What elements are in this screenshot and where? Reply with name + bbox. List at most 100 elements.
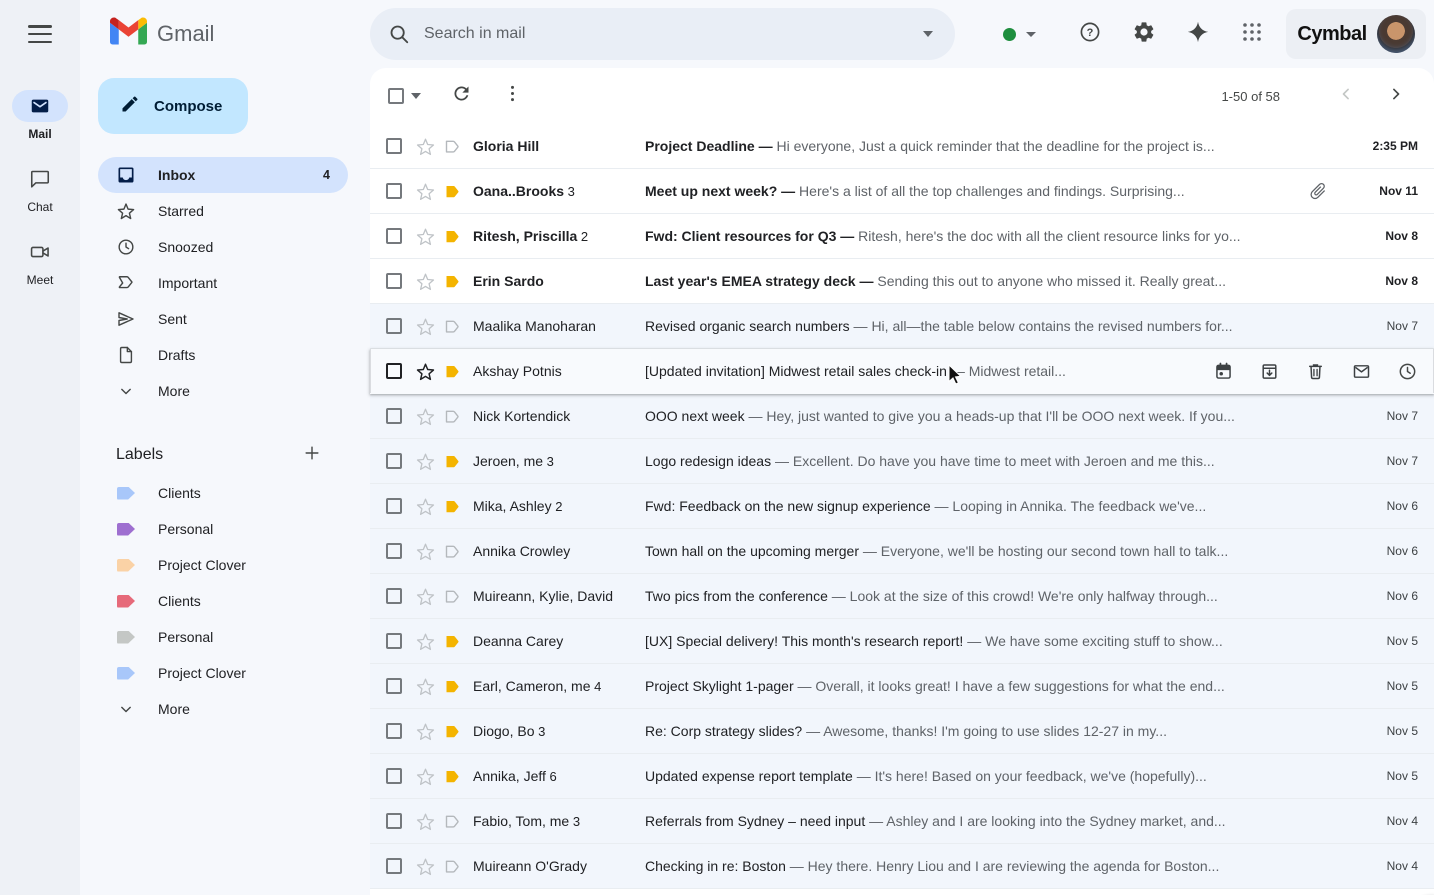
rail-item-chat[interactable]: Chat <box>12 163 68 214</box>
star-icon[interactable] <box>415 541 437 562</box>
email-row-4[interactable]: Maalika Manoharan Revised organic search… <box>370 304 1434 349</box>
email-checkbox[interactable] <box>386 588 402 604</box>
archive-button[interactable] <box>1259 361 1280 382</box>
importance-marker-icon[interactable] <box>445 275 461 288</box>
select-all-checkbox[interactable] <box>388 88 404 104</box>
sidebar-item-sent[interactable]: Sent <box>98 301 348 337</box>
star-icon[interactable] <box>415 316 437 337</box>
star-icon[interactable] <box>415 766 437 787</box>
star-icon[interactable] <box>415 496 437 517</box>
email-checkbox[interactable] <box>386 318 402 334</box>
sidebar-label-clients[interactable]: Clients <box>98 475 348 511</box>
importance-marker-icon[interactable] <box>445 410 461 423</box>
importance-marker-icon[interactable] <box>445 365 461 378</box>
select-options-caret-icon[interactable] <box>411 93 421 99</box>
email-row-16[interactable]: Muireann O'Grady Checking in re: Boston … <box>370 844 1434 889</box>
older-page-button[interactable] <box>1384 84 1408 108</box>
email-row-9[interactable]: Annika Crowley Town hall on the upcoming… <box>370 529 1434 574</box>
email-row-1[interactable]: Oana..Brooks 3 Meet up next week? — Here… <box>370 169 1434 214</box>
snooze-button[interactable] <box>1397 361 1418 382</box>
email-checkbox[interactable] <box>386 543 402 559</box>
star-icon[interactable] <box>415 271 437 292</box>
email-checkbox[interactable] <box>386 453 402 469</box>
email-checkbox[interactable] <box>386 183 402 199</box>
email-checkbox[interactable] <box>386 138 402 154</box>
search-options-caret-icon[interactable] <box>923 31 933 37</box>
importance-marker-icon[interactable] <box>445 815 461 828</box>
email-row-12[interactable]: Earl, Cameron, me 4 Project Skylight 1-p… <box>370 664 1434 709</box>
sidebar-item-important[interactable]: Important <box>98 265 348 301</box>
sidebar-label-personal[interactable]: Personal <box>98 619 348 655</box>
importance-marker-icon[interactable] <box>445 725 461 738</box>
star-icon[interactable] <box>415 811 437 832</box>
email-row-15[interactable]: Fabio, Tom, me 3 Referrals from Sydney –… <box>370 799 1434 844</box>
star-icon[interactable] <box>415 136 437 157</box>
email-checkbox[interactable] <box>386 408 402 424</box>
search-icon[interactable] <box>388 23 410 45</box>
importance-marker-icon[interactable] <box>445 185 461 198</box>
email-checkbox[interactable] <box>386 768 402 784</box>
sidebar-label-project-clover[interactable]: Project Clover <box>98 655 348 691</box>
availability-status[interactable] <box>1003 28 1036 41</box>
star-icon[interactable] <box>415 181 437 202</box>
importance-marker-icon[interactable] <box>445 320 461 333</box>
delete-button[interactable] <box>1305 361 1326 382</box>
importance-marker-icon[interactable] <box>445 500 461 513</box>
workspace-account-card[interactable]: Cymbal <box>1286 9 1426 59</box>
importance-marker-icon[interactable] <box>445 860 461 873</box>
compose-button[interactable]: Compose <box>98 78 248 134</box>
mark-as-unread-button[interactable] <box>1351 361 1372 382</box>
email-row-8[interactable]: Mika, Ashley 2 Fwd: Feedback on the new … <box>370 484 1434 529</box>
email-row-6[interactable]: Nick Kortendick OOO next week — Hey, jus… <box>370 394 1434 439</box>
email-checkbox[interactable] <box>386 228 402 244</box>
email-row-13[interactable]: Diogo, Bo 3 Re: Corp strategy slides? — … <box>370 709 1434 754</box>
sidebar-item-snoozed[interactable]: Snoozed <box>98 229 348 265</box>
email-row-0[interactable]: Gloria Hill Project Deadline — Hi everyo… <box>370 124 1434 169</box>
email-checkbox[interactable] <box>386 723 402 739</box>
more-options-button[interactable] <box>502 83 523 109</box>
google-apps-button[interactable] <box>1232 14 1272 54</box>
star-icon[interactable] <box>415 226 437 247</box>
email-checkbox[interactable] <box>386 498 402 514</box>
gemini-button[interactable] <box>1178 14 1218 54</box>
email-checkbox[interactable] <box>386 633 402 649</box>
sidebar-label-project-clover[interactable]: Project Clover <box>98 547 348 583</box>
help-button[interactable]: ? <box>1070 14 1110 54</box>
importance-marker-icon[interactable] <box>445 590 461 603</box>
email-row-14[interactable]: Annika, Jeff 6 Updated expense report te… <box>370 754 1434 799</box>
email-checkbox[interactable] <box>386 813 402 829</box>
star-icon[interactable] <box>415 721 437 742</box>
sidebar-labels-more[interactable]: More <box>98 691 348 727</box>
search-input[interactable] <box>424 25 923 43</box>
star-icon[interactable] <box>415 451 437 472</box>
refresh-button[interactable] <box>451 83 472 109</box>
rsvp-calendar-button[interactable] <box>1213 361 1234 382</box>
importance-marker-icon[interactable] <box>445 545 461 558</box>
newer-page-button[interactable] <box>1334 84 1358 108</box>
search-bar[interactable] <box>370 8 955 60</box>
star-icon[interactable] <box>415 631 437 652</box>
sidebar-label-clients[interactable]: Clients <box>98 583 348 619</box>
star-icon[interactable] <box>415 586 437 607</box>
importance-marker-icon[interactable] <box>445 230 461 243</box>
email-row-10[interactable]: Muireann, Kylie, David Two pics from the… <box>370 574 1434 619</box>
sidebar-item-more[interactable]: More <box>98 373 348 409</box>
star-icon[interactable] <box>415 361 437 382</box>
sidebar-item-drafts[interactable]: Drafts <box>98 337 348 373</box>
settings-button[interactable] <box>1124 14 1164 54</box>
sidebar-item-starred[interactable]: Starred <box>98 193 348 229</box>
star-icon[interactable] <box>415 856 437 877</box>
email-row-2[interactable]: Ritesh, Priscilla 2 Fwd: Client resource… <box>370 214 1434 259</box>
rail-item-meet[interactable]: Meet <box>12 236 68 287</box>
star-icon[interactable] <box>415 406 437 427</box>
email-checkbox[interactable] <box>386 273 402 289</box>
importance-marker-icon[interactable] <box>445 635 461 648</box>
email-row-11[interactable]: Deanna Carey [UX] Special delivery! This… <box>370 619 1434 664</box>
sidebar-item-inbox[interactable]: Inbox 4 <box>98 157 348 193</box>
importance-marker-icon[interactable] <box>445 455 461 468</box>
importance-marker-icon[interactable] <box>445 140 461 153</box>
importance-marker-icon[interactable] <box>445 680 461 693</box>
avatar[interactable] <box>1377 15 1415 53</box>
main-menu-icon[interactable] <box>24 22 56 46</box>
importance-marker-icon[interactable] <box>445 770 461 783</box>
